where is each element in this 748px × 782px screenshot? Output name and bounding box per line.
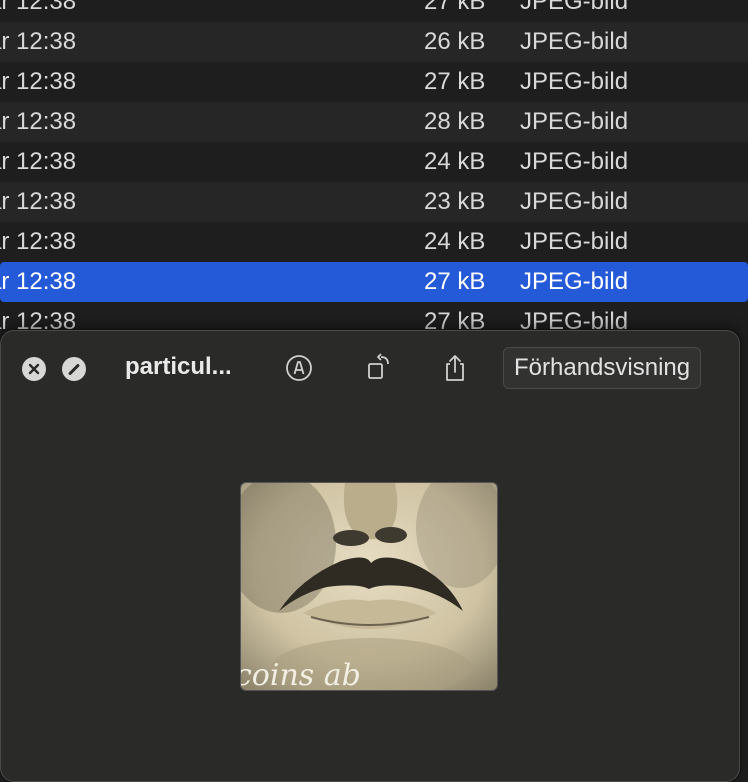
file-kind: JPEG-bild: [520, 268, 629, 295]
share-icon: [446, 355, 464, 381]
file-size: 26 kB: [424, 28, 486, 55]
file-size: 24 kB: [424, 228, 486, 255]
file-size: 28 kB: [424, 108, 486, 135]
file-row[interactable]: år 12:38 27 kB JPEG-bild: [0, 0, 748, 22]
file-row[interactable]: år 12:38 24 kB JPEG-bild: [0, 142, 748, 182]
rotate-icon: [368, 353, 389, 379]
file-kind: JPEG-bild: [520, 0, 629, 15]
quicklook-toolbar: particul... Förhandsvisning: [1, 331, 739, 405]
file-row[interactable]: år 12:38 23 kB JPEG-bild: [0, 182, 748, 222]
close-icon: [28, 363, 40, 375]
file-size: 27 kB: [424, 0, 486, 15]
file-kind: JPEG-bild: [520, 108, 629, 135]
file-row[interactable]: år 12:38 26 kB JPEG-bild: [0, 22, 748, 62]
markup-button[interactable]: [282, 351, 316, 385]
file-list: år 12:38 27 kB JPEG-bild år 12:38 26 kB …: [0, 0, 748, 342]
quicklook-title: particul...: [125, 353, 232, 380]
fullscreen-button[interactable]: [62, 357, 86, 381]
quicklook-panel: particul... Förhandsvisning coins ab: [0, 330, 740, 782]
rotate-button[interactable]: [362, 351, 396, 385]
markup-pen-icon: [286, 355, 312, 381]
photo-thumbnail: coins ab: [241, 483, 497, 690]
file-date: år 12:38: [0, 0, 77, 15]
close-button[interactable]: [22, 357, 46, 381]
file-kind: JPEG-bild: [520, 28, 629, 55]
file-size: 27 kB: [424, 268, 486, 295]
file-kind: JPEG-bild: [520, 148, 629, 175]
file-row-selected[interactable]: år 12:38 27 kB JPEG-bild: [0, 262, 748, 302]
file-date: år 12:38: [0, 228, 77, 255]
no-entry-icon: [67, 362, 81, 376]
file-row[interactable]: år 12:38 24 kB JPEG-bild: [0, 222, 748, 262]
share-button[interactable]: [438, 351, 472, 385]
file-date: år 12:38: [0, 148, 77, 175]
file-row[interactable]: år 12:38 27 kB JPEG-bild: [0, 62, 748, 102]
file-kind: JPEG-bild: [520, 68, 629, 95]
file-date: år 12:38: [0, 68, 77, 95]
file-date: år 12:38: [0, 108, 77, 135]
preview-image: coins ab: [240, 482, 498, 691]
file-date: år 12:38: [0, 268, 77, 295]
file-date: år 12:38: [0, 28, 77, 55]
preview-caption: coins ab: [241, 658, 361, 690]
file-size: 24 kB: [424, 148, 486, 175]
file-kind: JPEG-bild: [520, 188, 629, 215]
file-row[interactable]: år 12:38 28 kB JPEG-bild: [0, 102, 748, 142]
file-date: år 12:38: [0, 188, 77, 215]
file-kind: JPEG-bild: [520, 228, 629, 255]
open-with-preview-button[interactable]: Förhandsvisning: [503, 347, 702, 389]
file-size: 23 kB: [424, 188, 486, 215]
file-size: 27 kB: [424, 68, 486, 95]
